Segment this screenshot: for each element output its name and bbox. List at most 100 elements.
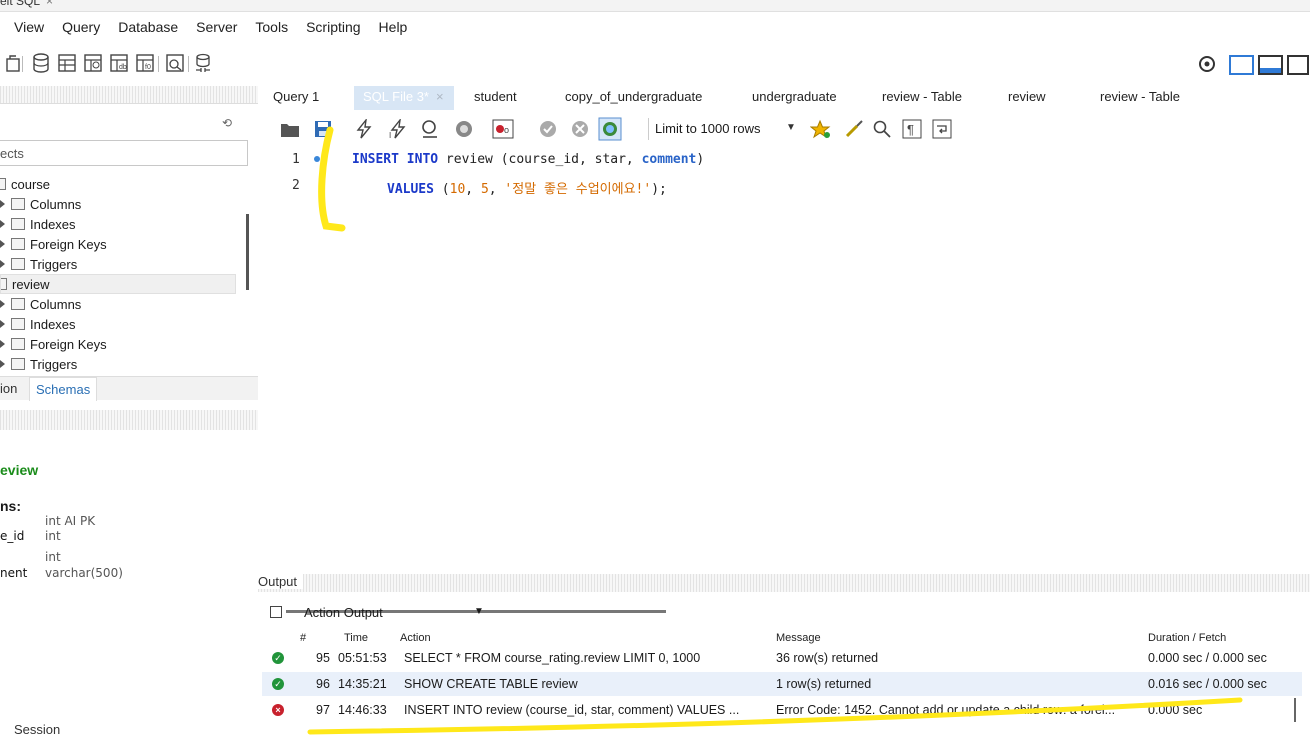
columns-icon <box>11 298 25 310</box>
gear-icon[interactable] <box>1196 53 1218 75</box>
word-wrap-icon[interactable] <box>932 119 952 139</box>
menu-view[interactable]: View <box>14 19 44 35</box>
toggle-continue-on-error-icon[interactable]: o <box>492 119 514 139</box>
menu-scripting[interactable]: Scripting <box>306 19 360 35</box>
tab-schemas[interactable]: Schemas <box>29 377 98 401</box>
table-row[interactable]: ✓ 95 05:51:53 SELECT * FROM course_ratin… <box>262 646 1302 670</box>
row-time: 14:46:33 <box>338 703 387 717</box>
menu-database[interactable]: Database <box>118 19 178 35</box>
beautify-icon[interactable] <box>844 119 864 139</box>
tab-review-table-2[interactable]: review - Table <box>1100 89 1180 104</box>
svg-text:I: I <box>389 131 391 139</box>
expand-arrow-icon[interactable] <box>0 300 5 308</box>
copy-icon[interactable] <box>270 606 282 618</box>
editor-toolbar: I o Limit to 1000 rows ▼ ¶ <box>258 114 1310 144</box>
statement-marker-icon <box>314 156 320 162</box>
tree-item-course[interactable]: course <box>0 174 50 194</box>
auto-commit-icon[interactable] <box>598 117 622 141</box>
chevron-down-icon[interactable]: ▼ <box>786 122 796 133</box>
tree-item-foreign-keys[interactable]: Foreign Keys <box>0 234 107 254</box>
tab-review-table[interactable]: review - Table <box>882 89 962 104</box>
tab-session[interactable]: Session <box>14 722 60 737</box>
foreign-keys-icon <box>11 338 25 350</box>
refresh-icon[interactable]: ⟲ <box>222 116 236 130</box>
tab-sql-file-3[interactable]: SQL File 3* × <box>354 86 454 110</box>
menu-query[interactable]: Query <box>62 19 100 35</box>
limit-rows-select[interactable]: Limit to 1000 rows <box>648 118 798 140</box>
tree-item-indexes[interactable]: Indexes <box>0 214 76 234</box>
table-icon <box>1 278 7 290</box>
output-type-select[interactable]: Action Output <box>304 605 383 620</box>
table-row[interactable]: × 97 14:46:33 INSERT INTO review (course… <box>262 698 1302 722</box>
add-snippet-icon[interactable] <box>810 119 832 139</box>
save-icon[interactable] <box>314 120 332 138</box>
toggle-secondary-sidebar-icon[interactable] <box>1287 55 1309 75</box>
column-header-num: # <box>300 632 307 644</box>
svg-text:¶: ¶ <box>907 122 914 137</box>
tree-item-indexes[interactable]: Indexes <box>0 314 76 334</box>
reconnect-icon[interactable] <box>192 52 214 74</box>
expand-arrow-icon[interactable] <box>0 360 5 368</box>
tree-item-columns[interactable]: Columns <box>0 294 81 314</box>
expand-arrow-icon[interactable] <box>0 320 5 328</box>
tree-item-triggers[interactable]: Triggers <box>0 354 77 374</box>
database-icon[interactable] <box>30 52 52 74</box>
table-row[interactable]: ✓ 96 14:35:21 SHOW CREATE TABLE review 1… <box>262 672 1302 696</box>
app-tab[interactable]: eit SQL × <box>0 0 61 12</box>
open-file-icon[interactable] <box>280 120 300 138</box>
table-icon[interactable] <box>56 52 78 74</box>
close-icon[interactable]: × <box>46 0 53 8</box>
invisible-chars-icon[interactable]: ¶ <box>902 119 922 139</box>
column-type: int <box>45 529 61 543</box>
tab-administration[interactable]: ion <box>0 381 17 396</box>
explain-icon[interactable] <box>420 119 440 139</box>
procedure-icon[interactable]: db <box>108 52 130 74</box>
sql-editor[interactable]: 1 2 INSERT INTO review (course_id, star,… <box>258 148 1310 613</box>
tab-undergraduate[interactable]: undergraduate <box>752 89 837 104</box>
tree-item-review[interactable]: review <box>0 274 236 294</box>
commit-icon[interactable] <box>538 119 558 139</box>
output-scrollbar[interactable] <box>1294 698 1296 722</box>
menu-tools[interactable]: Tools <box>255 19 288 35</box>
tree-item-triggers[interactable]: Triggers <box>0 254 77 274</box>
tree-label: Triggers <box>30 356 78 372</box>
column-name: e_id <box>0 529 25 543</box>
chevron-down-icon[interactable]: ▼ <box>474 606 484 617</box>
expand-arrow-icon[interactable] <box>0 260 5 268</box>
toggle-sidebar-icon[interactable] <box>1229 55 1254 75</box>
close-icon[interactable]: × <box>436 89 444 104</box>
object-info-columns-label: ns: <box>0 498 21 514</box>
view-icon[interactable] <box>82 52 104 74</box>
expand-arrow-icon[interactable] <box>0 240 5 248</box>
toggle-output-icon[interactable] <box>1258 55 1283 75</box>
expand-arrow-icon[interactable] <box>0 340 5 348</box>
execute-current-icon[interactable]: I <box>388 119 408 139</box>
information-header <box>0 410 258 430</box>
tree-scrollbar[interactable] <box>246 214 249 290</box>
execute-icon[interactable] <box>354 119 374 139</box>
indexes-icon <box>11 218 25 230</box>
find-icon[interactable] <box>872 119 892 139</box>
expand-arrow-icon[interactable] <box>0 220 5 228</box>
tab-copy-of-undergraduate[interactable]: copy_of_undergraduate <box>565 89 702 104</box>
stop-icon[interactable] <box>454 119 474 139</box>
expand-arrow-icon[interactable] <box>0 200 5 208</box>
tree-item-columns[interactable]: Columns <box>0 194 81 214</box>
search-table-icon[interactable] <box>164 52 186 74</box>
tab-query-1[interactable]: Query 1 <box>273 89 319 104</box>
object-info-title: eview <box>0 462 39 478</box>
tree-item-foreign-keys[interactable]: Foreign Keys <box>0 334 107 354</box>
sidebar: ⟲ ects course Columns Indexes Foreign Ke… <box>0 86 258 741</box>
tab-student[interactable]: student <box>474 89 517 104</box>
menu-help[interactable]: Help <box>379 19 408 35</box>
row-num: 97 <box>316 703 330 717</box>
tab-review[interactable]: review <box>1008 89 1046 104</box>
column-header-message: Message <box>776 632 821 644</box>
svg-text:db: db <box>119 64 127 71</box>
filter-objects-input[interactable]: ects <box>0 140 248 166</box>
function-icon[interactable]: f0 <box>134 52 156 74</box>
menu-server[interactable]: Server <box>196 19 237 35</box>
rollback-icon[interactable] <box>570 119 590 139</box>
code-line-1: INSERT INTO review (course_id, star, com… <box>352 152 705 167</box>
row-time: 14:35:21 <box>338 677 387 691</box>
